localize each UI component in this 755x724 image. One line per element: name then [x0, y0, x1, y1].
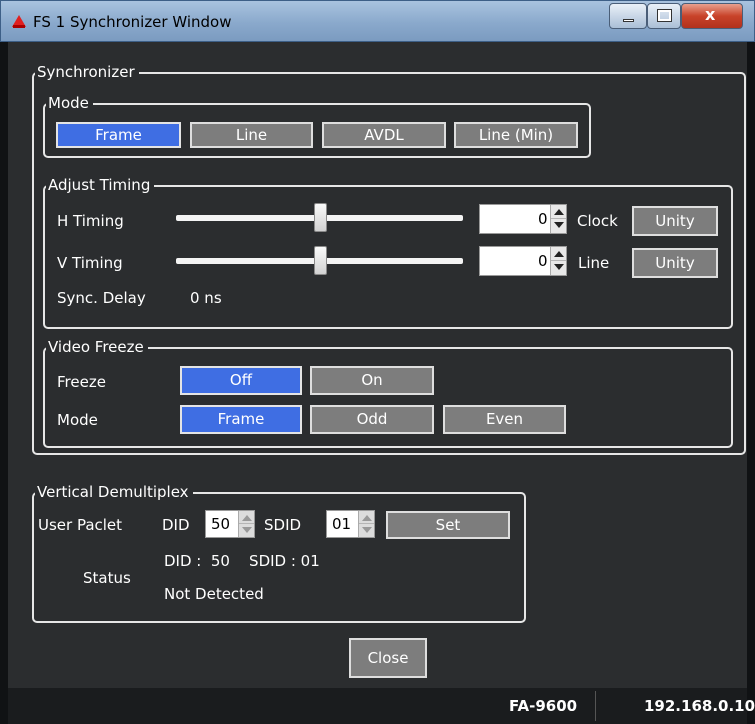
spin-up-icon[interactable] — [554, 251, 564, 257]
did-value: 50 — [211, 515, 231, 533]
freeze-mode-label: Mode — [57, 411, 98, 429]
status-divider — [595, 691, 596, 721]
status-ids: DID : 50 SDID : 01 — [164, 552, 320, 570]
close-icon: x — [705, 5, 716, 24]
h-timing-unit: Clock — [577, 212, 618, 230]
spin-up-icon[interactable] — [362, 515, 372, 521]
app-logo-icon — [12, 15, 26, 28]
minimize-icon — [623, 19, 634, 22]
v-timing-value: 0 — [538, 252, 548, 270]
device-ip: 192.168.0.10 — [644, 697, 755, 715]
maximize-button[interactable] — [647, 3, 681, 29]
did-spinner[interactable] — [238, 511, 254, 537]
h-timing-unity-button[interactable]: Unity — [632, 206, 718, 236]
synchronizer-legend: Synchronizer — [37, 63, 135, 81]
sdid-label: SDID — [264, 516, 302, 534]
status-detection: Not Detected — [164, 585, 264, 603]
sync-delay-value: 0 ns — [190, 289, 222, 307]
maximize-icon — [657, 9, 672, 22]
h-timing-slider-thumb[interactable] — [314, 203, 327, 232]
h-timing-spinbox[interactable]: 0 — [479, 204, 567, 234]
status-bar: FA-9600 192.168.0.10 — [8, 688, 755, 724]
v-timing-spinner[interactable] — [550, 247, 566, 275]
mode-line-min-button[interactable]: Line (Min) — [454, 122, 578, 148]
v-timing-spinbox[interactable]: 0 — [479, 246, 567, 276]
mode-line-button[interactable]: Line — [190, 122, 313, 148]
window-title: FS 1 Synchronizer Window — [33, 13, 232, 31]
spin-up-icon[interactable] — [554, 209, 564, 215]
v-timing-label: V Timing — [57, 254, 123, 272]
spin-down-icon[interactable] — [242, 527, 252, 533]
minimize-button[interactable] — [609, 3, 647, 29]
device-model: FA-9600 — [509, 697, 578, 715]
adjust-timing-group: Adjust Timing — [43, 178, 733, 329]
sync-delay-label: Sync. Delay — [57, 289, 146, 307]
status-label: Status — [83, 569, 131, 587]
window-body: Synchronizer Mode Frame Line AVDL Line (… — [8, 42, 747, 688]
did-label: DID — [162, 516, 190, 534]
title-bar[interactable]: FS 1 Synchronizer Window x — [0, 0, 755, 42]
freeze-mode-frame-button[interactable]: Frame — [180, 405, 302, 434]
sdid-value: 01 — [332, 515, 352, 533]
v-timing-unit: Line — [578, 254, 610, 272]
vertical-demux-legend: Vertical Demultiplex — [37, 483, 189, 501]
h-timing-spinner[interactable] — [550, 205, 566, 233]
sdid-spinner[interactable] — [358, 511, 374, 537]
freeze-off-button[interactable]: Off — [180, 366, 302, 395]
adjust-timing-legend: Adjust Timing — [48, 176, 151, 194]
close-button[interactable]: Close — [349, 638, 427, 678]
v-timing-unity-button[interactable]: Unity — [632, 248, 718, 278]
spin-down-icon[interactable] — [554, 222, 564, 228]
synchronizer-window: FS 1 Synchronizer Window x Synchronizer … — [0, 0, 755, 724]
freeze-mode-even-button[interactable]: Even — [443, 405, 566, 434]
did-spinbox[interactable]: 50 — [205, 510, 255, 538]
freeze-on-button[interactable]: On — [310, 366, 434, 395]
mode-legend: Mode — [48, 94, 89, 112]
mode-avdl-button[interactable]: AVDL — [322, 122, 446, 148]
spin-up-icon[interactable] — [242, 515, 252, 521]
sdid-spinbox[interactable]: 01 — [326, 510, 375, 538]
spin-down-icon[interactable] — [362, 527, 372, 533]
freeze-mode-odd-button[interactable]: Odd — [310, 405, 434, 434]
spin-down-icon[interactable] — [554, 264, 564, 270]
set-button[interactable]: Set — [386, 511, 510, 539]
h-timing-label: H Timing — [57, 212, 124, 230]
v-timing-slider-thumb[interactable] — [314, 246, 327, 275]
mode-frame-button[interactable]: Frame — [56, 122, 181, 148]
user-paclet-label: User Paclet — [38, 516, 123, 534]
freeze-label: Freeze — [57, 373, 106, 391]
close-window-button[interactable]: x — [681, 3, 743, 29]
h-timing-value: 0 — [538, 210, 548, 228]
video-freeze-legend: Video Freeze — [48, 338, 144, 356]
